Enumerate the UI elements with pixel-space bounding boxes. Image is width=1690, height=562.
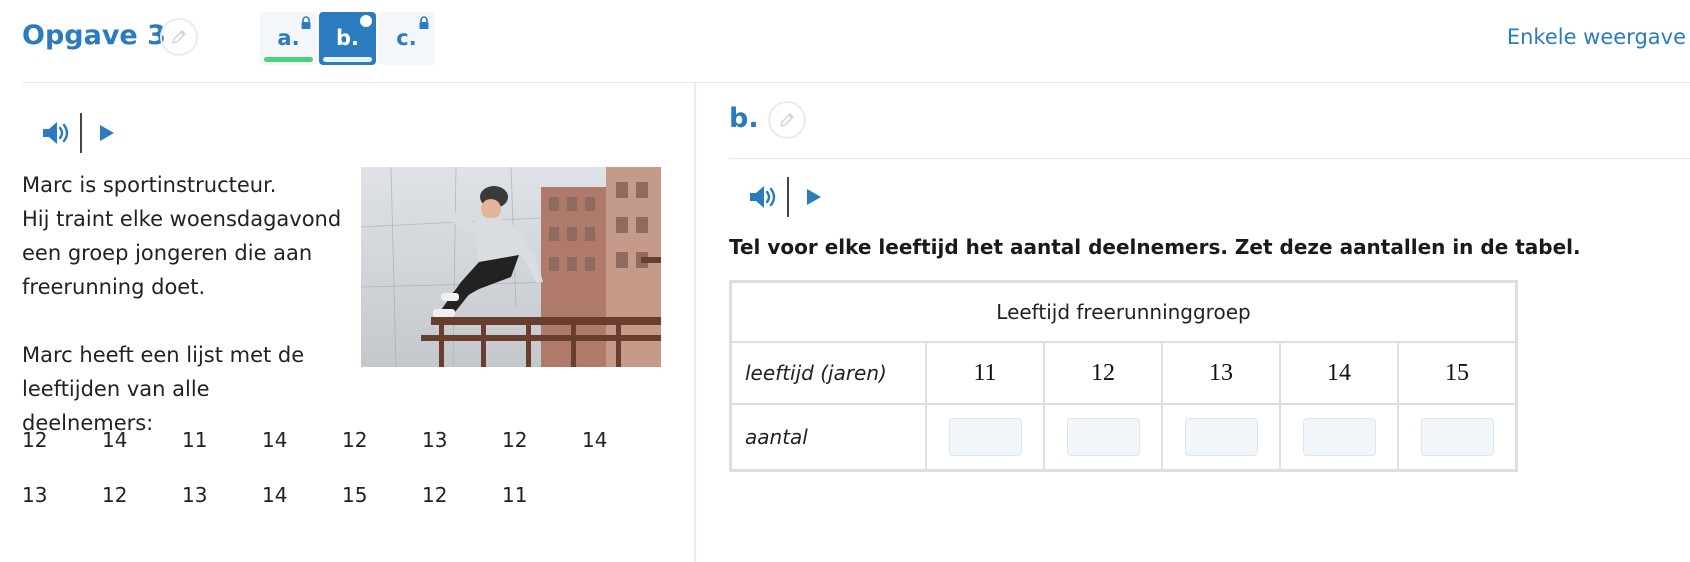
question-divider <box>729 158 1690 159</box>
story-line: freerunning doet. <box>22 275 206 299</box>
freerunner-photo <box>361 167 661 367</box>
age-value: 14 <box>582 428 608 452</box>
table-caption-row: Leeftijd freerunninggroep <box>729 280 1518 343</box>
single-view-link[interactable]: Enkele weergave <box>1507 25 1686 49</box>
story-line: Marc heeft een lijst met de <box>22 343 305 367</box>
count-cell <box>1279 403 1399 472</box>
table-row-ages: leeftijd (jaren) 11 12 13 14 15 <box>729 341 1518 405</box>
age-value: 15 <box>342 483 368 507</box>
edit-notes-button[interactable] <box>768 101 806 139</box>
story-paragraph-1: Marc is sportinstructeur. Hij traint elk… <box>22 168 342 304</box>
pencil-icon <box>780 113 794 127</box>
tab-a-progress-bar <box>264 57 313 62</box>
age-value: 12 <box>502 428 528 452</box>
audio-separator <box>80 113 82 153</box>
count-cell <box>1161 403 1281 472</box>
tab-b[interactable]: b. <box>319 12 376 65</box>
count-input-14[interactable] <box>1302 418 1376 456</box>
column-divider <box>694 83 696 562</box>
play-icon[interactable] <box>803 187 823 207</box>
ages-row-1: 12 14 11 14 12 13 12 14 <box>22 428 682 483</box>
edit-notes-button[interactable] <box>160 18 198 56</box>
age-value: 12 <box>422 483 448 507</box>
age-header-cell: 14 <box>1279 341 1399 405</box>
age-value: 13 <box>182 483 208 507</box>
age-value: 14 <box>262 428 288 452</box>
play-icon[interactable] <box>96 123 116 143</box>
row-label-age: leeftijd (jaren) <box>729 341 927 405</box>
row-label-count: aantal <box>729 403 927 472</box>
story-line: Hij traint elke woensdagavond <box>22 207 342 231</box>
age-header-cell: 15 <box>1397 341 1518 405</box>
age-header-cell: 11 <box>925 341 1045 405</box>
subquestion-tabs: a. b. c. <box>260 12 437 65</box>
age-value: 13 <box>22 483 48 507</box>
age-value: 12 <box>22 428 48 452</box>
age-value: 11 <box>182 428 208 452</box>
header-divider <box>22 82 1690 83</box>
story-line: een groep jongeren die aan <box>22 241 313 265</box>
table-caption: Leeftijd freerunninggroep <box>729 280 1518 343</box>
instruction-text: Tel voor elke leeftijd het aantal deelne… <box>729 235 1581 259</box>
tab-b-progress-bar <box>323 57 372 62</box>
age-value: 11 <box>502 483 528 507</box>
page-title: Opgave 3 <box>22 20 166 51</box>
speaker-icon[interactable] <box>747 182 777 212</box>
age-value: 14 <box>262 483 288 507</box>
count-input-13[interactable] <box>1184 418 1258 456</box>
age-header-cell: 12 <box>1043 341 1163 405</box>
freerunner-illustration <box>361 167 661 367</box>
age-value: 13 <box>422 428 448 452</box>
count-input-11[interactable] <box>948 418 1022 456</box>
tab-c[interactable]: c. <box>378 12 435 65</box>
count-input-12[interactable] <box>1066 418 1140 456</box>
left-audio-controls <box>40 113 116 153</box>
story-line: Marc is sportinstructeur. <box>22 173 277 197</box>
age-header-cell: 13 <box>1161 341 1281 405</box>
speaker-icon[interactable] <box>40 118 70 148</box>
ages-row-2: 13 12 13 14 15 12 11 <box>22 483 682 538</box>
pencil-icon <box>172 30 186 44</box>
count-cell <box>1043 403 1163 472</box>
frequency-table: Leeftijd freerunninggroep leeftijd (jare… <box>729 280 1518 472</box>
count-input-15[interactable] <box>1420 418 1494 456</box>
story-line: leeftijden van alle deelnemers: <box>22 377 210 435</box>
count-cell <box>925 403 1045 472</box>
table-row-counts: aantal <box>729 403 1518 472</box>
age-value: 14 <box>102 428 128 452</box>
age-value: 12 <box>342 428 368 452</box>
header: Opgave 3 a. b. c. Enkele weergave <box>0 0 1690 80</box>
right-audio-controls <box>747 177 823 217</box>
count-cell <box>1397 403 1518 472</box>
lock-icon <box>419 16 429 29</box>
active-dot-icon <box>360 15 372 27</box>
tab-a[interactable]: a. <box>260 12 317 65</box>
tab-b-label: b. <box>335 26 359 50</box>
age-value: 12 <box>102 483 128 507</box>
audio-separator <box>787 177 789 217</box>
subquestion-label: b. <box>729 103 759 134</box>
story-paragraph-2: Marc heeft een lijst met de leeftijden v… <box>22 338 342 440</box>
ages-list: 12 14 11 14 12 13 12 14 13 12 13 14 15 1… <box>22 428 682 538</box>
lock-icon <box>301 16 311 29</box>
